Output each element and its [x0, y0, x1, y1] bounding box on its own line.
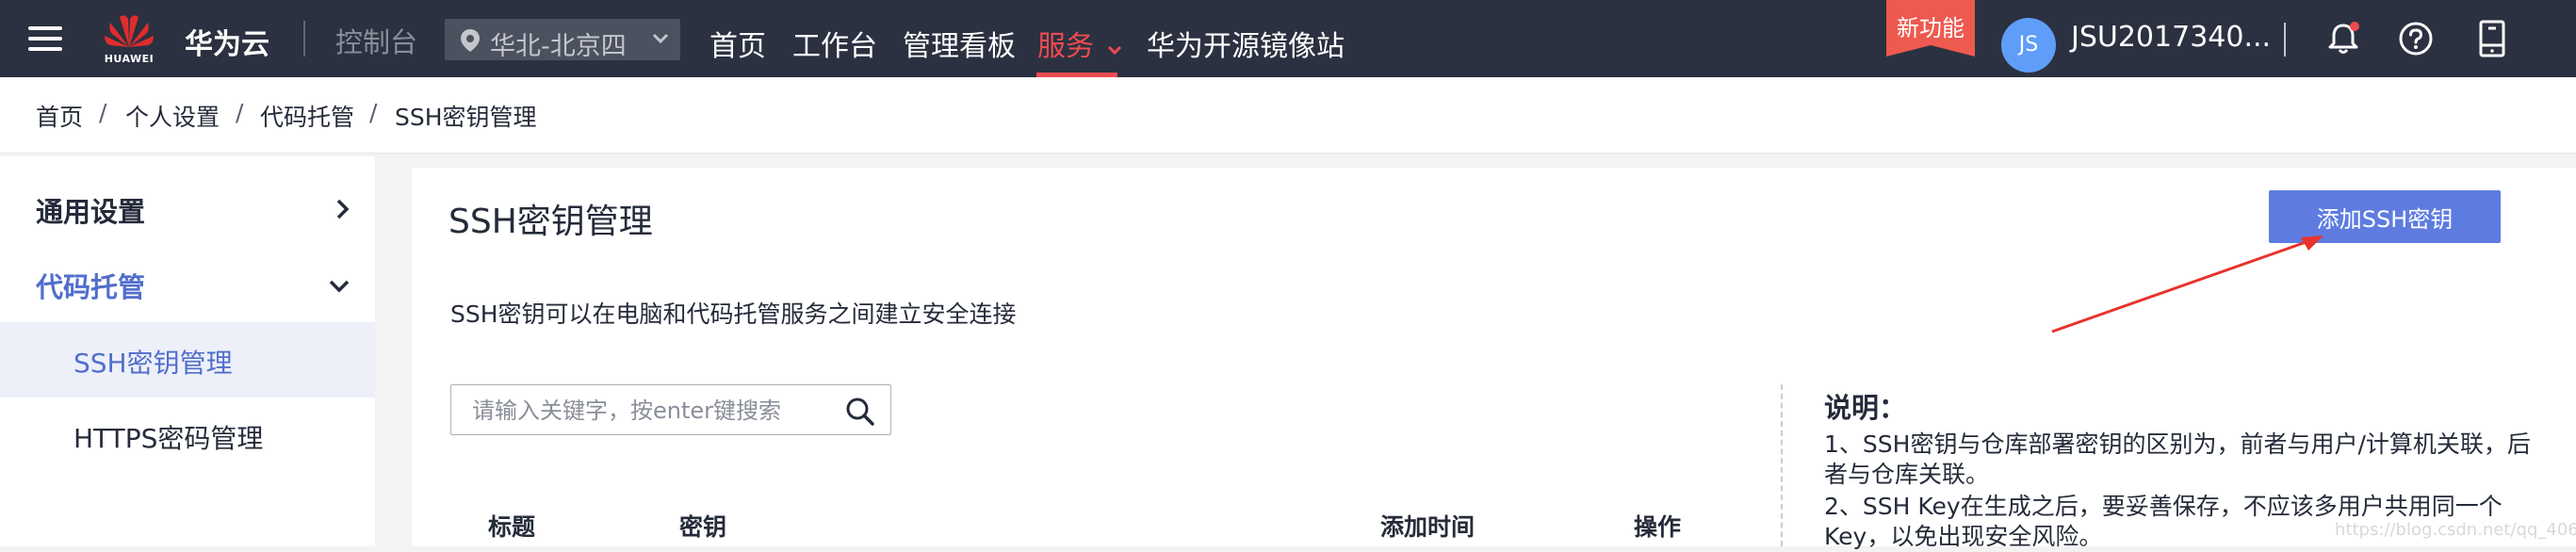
new-feature-badge[interactable]: 新功能 — [1886, 0, 1975, 57]
nav-services[interactable]: 服务 — [1037, 23, 1122, 64]
sidebar-item-label: SSH密钥管理 — [73, 348, 233, 379]
breadcrumb-current: SSH密钥管理 — [395, 104, 537, 131]
table-header-actions: 操作 — [1634, 513, 1682, 541]
avatar[interactable]: JS — [2001, 18, 2056, 73]
chevron-down-icon — [1107, 45, 1121, 56]
sidebar: 通用设置 代码托管 SSH密钥管理 HTTPS密码管理 — [0, 156, 375, 546]
search-box[interactable] — [450, 384, 891, 435]
sidebar-item-label: 代码托管 — [36, 271, 146, 303]
breadcrumb-home[interactable]: 首页 — [36, 99, 83, 133]
help-icon[interactable] — [2398, 21, 2434, 57]
notes-title: 说明： — [1824, 392, 1907, 424]
mobile-device-icon[interactable] — [2473, 19, 2511, 58]
watermark-text: https://blog.csdn.net/qq_4065... — [2335, 520, 2576, 540]
search-icon[interactable] — [845, 397, 875, 427]
nav-mirror-site[interactable]: 华为开源镜像站 — [1147, 23, 1345, 64]
region-selector[interactable]: 华北-北京四 — [445, 19, 680, 61]
chevron-down-icon — [329, 280, 350, 293]
page-title: SSH密钥管理 — [448, 203, 653, 241]
chevron-right-icon — [336, 199, 350, 219]
logo-text: HUAWEI — [104, 53, 155, 65]
table-header-added-time: 添加时间 — [1380, 513, 1475, 541]
region-label: 华北-北京四 — [490, 32, 627, 61]
brand-name[interactable]: 华为云 — [185, 21, 269, 62]
table-header-key: 密钥 — [679, 513, 727, 541]
notes-line: Key，以免出现安全风险。 — [1824, 523, 2103, 550]
breadcrumb-separator: / — [236, 99, 244, 126]
chevron-down-icon — [652, 33, 669, 44]
nav-dashboard[interactable]: 管理看板 — [903, 23, 1016, 64]
nav-workbench[interactable]: 工作台 — [792, 23, 877, 64]
top-nav-bar: HUAWEI 华为云 控制台 华北-北京四 首页 工作台 管理看板 服务 华为开… — [0, 0, 2576, 77]
sidebar-item-code-hosting[interactable]: 代码托管 — [0, 247, 375, 322]
sidebar-item-ssh-keys[interactable]: SSH密钥管理 — [0, 322, 375, 398]
search-input[interactable] — [470, 394, 832, 428]
annotation-arrow — [2051, 235, 2323, 333]
notes-divider — [1781, 384, 1783, 546]
notes-line: 2、SSH Key在生成之后，要妥善保存，不应该多用户共用同一个 — [1824, 493, 2503, 520]
nav-home[interactable]: 首页 — [709, 23, 766, 64]
nav-services-label: 服务 — [1037, 30, 1094, 63]
hamburger-menu-icon[interactable] — [28, 26, 62, 51]
notes-line: 1、SSH密钥与仓库部署密钥的区别为，前者与用户/计算机关联，后 — [1824, 430, 2531, 458]
sidebar-item-https-password[interactable]: HTTPS密码管理 — [0, 398, 375, 473]
header-divider — [303, 21, 305, 57]
new-feature-label: 新功能 — [1897, 15, 1965, 41]
bell-icon[interactable] — [2325, 21, 2361, 57]
breadcrumb-separator: / — [99, 99, 107, 126]
breadcrumb-personal-settings[interactable]: 个人设置 — [125, 99, 220, 133]
sidebar-item-label: HTTPS密码管理 — [73, 423, 264, 454]
table-header-title: 标题 — [488, 513, 536, 541]
description-text: SSH密钥可以在电脑和代码托管服务之间建立安全连接 — [450, 300, 1017, 328]
console-link[interactable]: 控制台 — [335, 21, 417, 60]
header-separator — [2284, 23, 2286, 57]
breadcrumb-separator: / — [369, 99, 378, 126]
location-pin-icon — [461, 29, 480, 52]
sidebar-item-label: 通用设置 — [36, 196, 146, 228]
breadcrumb: 首页 / 个人设置 / 代码托管 / SSH密钥管理 — [0, 77, 2576, 154]
sidebar-item-general-settings[interactable]: 通用设置 — [0, 171, 375, 247]
notes-line: 者与仓库关联。 — [1824, 461, 1990, 488]
breadcrumb-code-hosting[interactable]: 代码托管 — [260, 99, 354, 133]
username[interactable]: JSU2017340... — [2071, 21, 2271, 54]
